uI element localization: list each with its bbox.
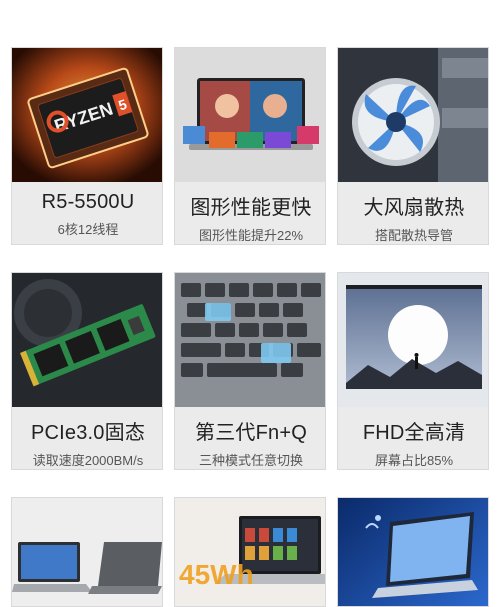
card-title: FHD全高清 xyxy=(362,422,466,444)
cpu-chip-icon: RYZEN 5 xyxy=(12,48,162,182)
card-caption: PCIe3.0固态 读取速度2000BM/s xyxy=(12,407,162,469)
fan-icon xyxy=(338,48,488,182)
feature-card-fan: 大风扇散热 搭配散热导管 xyxy=(337,47,489,245)
keyboard-icon xyxy=(175,273,325,407)
feature-card-keyboard: 第三代Fn+Q 三种模式任意切换 xyxy=(174,272,326,470)
card-subtitle: 6核12线程 xyxy=(57,222,119,237)
card-caption: FHD全高清 屏幕占比85% xyxy=(338,407,488,469)
feature-card-laptops xyxy=(11,497,163,607)
blue-laptop-icon xyxy=(338,498,488,606)
card-subtitle: 图形性能提升22% xyxy=(198,228,304,243)
card-caption: 图形性能更快 图形性能提升22% xyxy=(175,182,325,244)
card-title: 图形性能更快 xyxy=(190,197,312,219)
laptop-screen-icon xyxy=(175,48,325,182)
battery-laptop-icon: 45Wh xyxy=(175,498,325,606)
card-subtitle: 三种模式任意切换 xyxy=(198,453,303,468)
display-icon xyxy=(338,273,488,407)
feature-card-cpu: RYZEN 5 R5-5500U 6核12线程 xyxy=(11,47,163,245)
feature-card-battery: 45Wh xyxy=(174,497,326,607)
feature-grid: RYZEN 5 R5-5500U 6核12线程 图形性能更快 图形性能提升22%… xyxy=(0,0,500,607)
card-title: 大风扇散热 xyxy=(363,197,465,219)
ssd-icon xyxy=(12,273,162,407)
feature-card-display: FHD全高清 屏幕占比85% xyxy=(337,272,489,470)
feature-card-graphics: 图形性能更快 图形性能提升22% xyxy=(174,47,326,245)
card-subtitle: 屏幕占比85% xyxy=(374,453,454,468)
card-subtitle: 搭配散热导管 xyxy=(374,228,453,243)
battery-capacity-text: 45Wh xyxy=(179,559,254,590)
laptops-icon xyxy=(12,498,162,606)
card-title: 第三代Fn+Q xyxy=(195,422,307,444)
card-caption: R5-5500U 6核12线程 xyxy=(12,182,162,244)
card-title: PCIe3.0固态 xyxy=(30,422,146,444)
card-caption: 大风扇散热 搭配散热导管 xyxy=(338,182,488,244)
feature-card-ssd: PCIe3.0固态 读取速度2000BM/s xyxy=(11,272,163,470)
feature-card-blue-laptop xyxy=(337,497,489,607)
card-caption: 第三代Fn+Q 三种模式任意切换 xyxy=(175,407,325,469)
card-subtitle: 读取速度2000BM/s xyxy=(32,453,144,468)
card-title: R5-5500U xyxy=(41,191,135,213)
